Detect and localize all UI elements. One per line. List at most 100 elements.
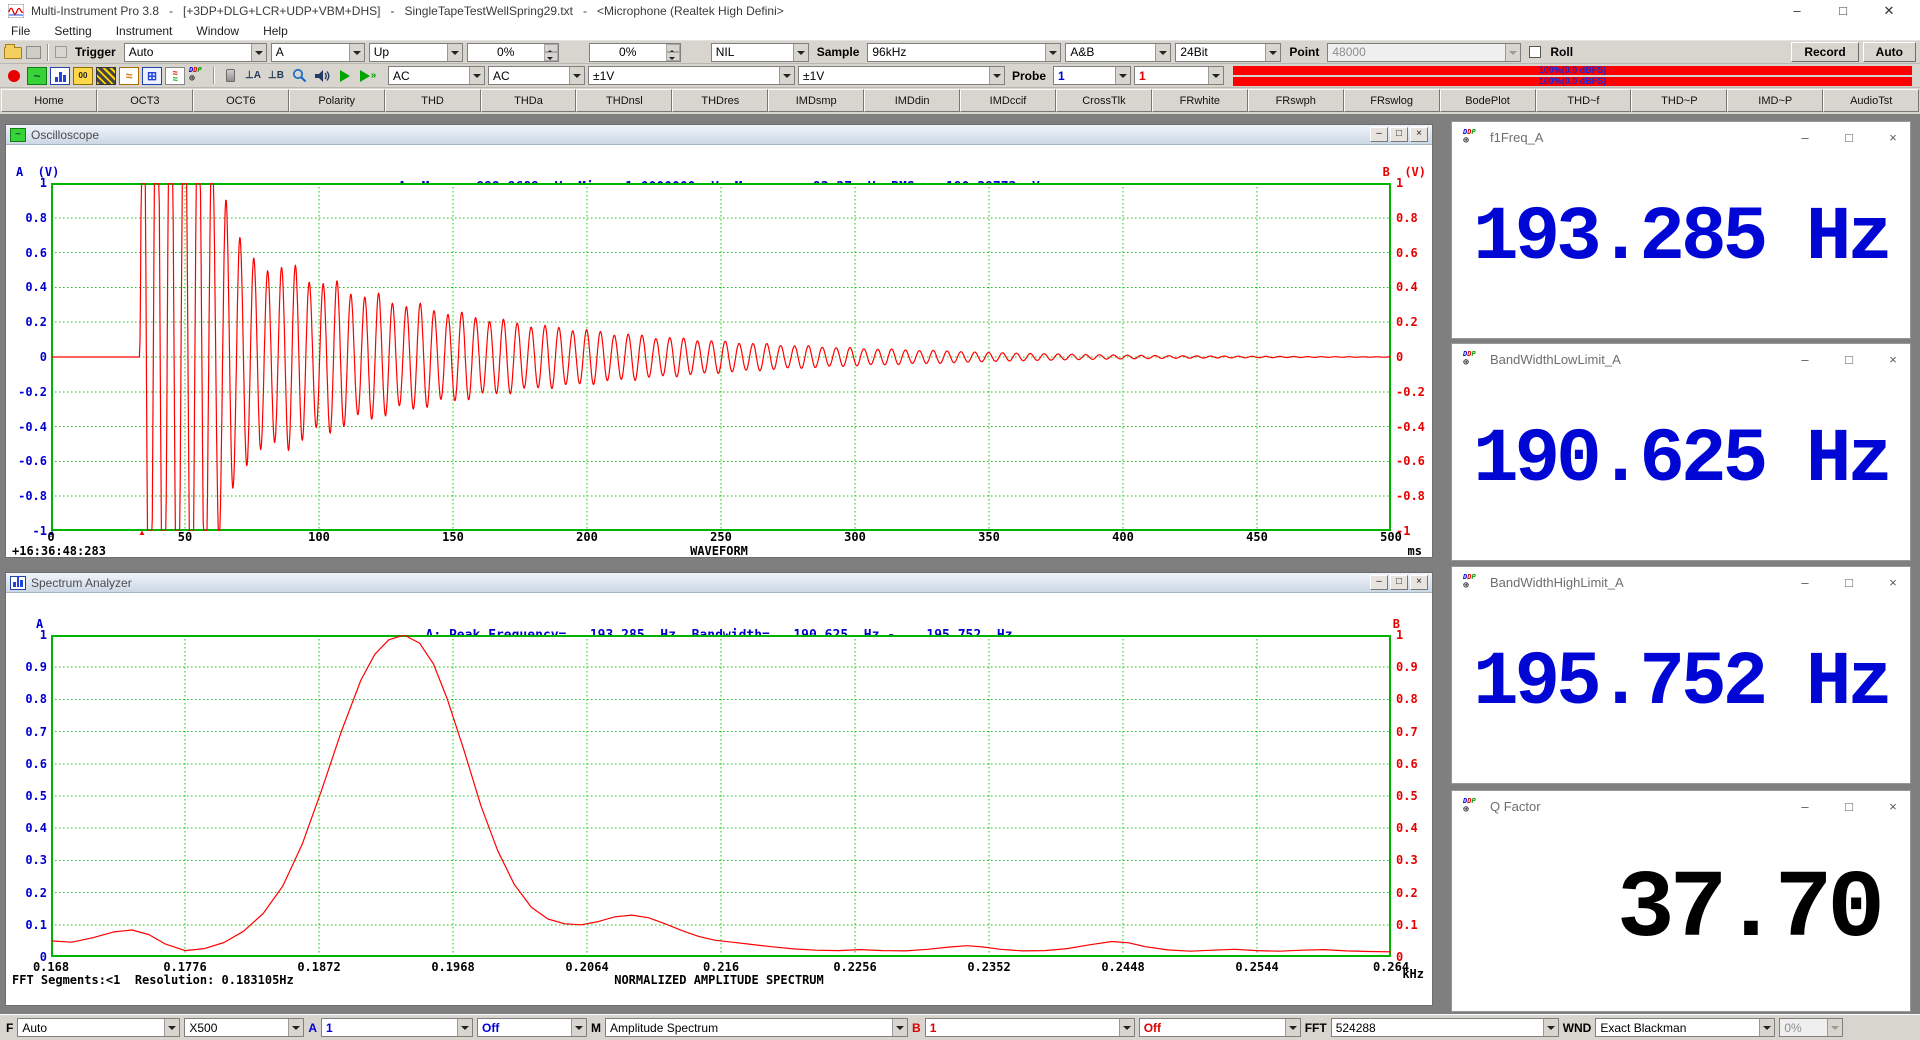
spectrum-3d-plot-icon[interactable] [96, 67, 116, 85]
save-file-icon[interactable] [26, 46, 41, 59]
sound-output-icon[interactable] [312, 67, 332, 85]
coupling-b-select[interactable]: AC [488, 66, 585, 85]
minimize-button[interactable]: – [1370, 127, 1388, 142]
ddp-panel-titlebar[interactable]: DDP⊕ f1Freq_A – □ × [1452, 122, 1910, 152]
menu-file[interactable]: File [11, 24, 30, 38]
probe-b-select[interactable]: 1 [1134, 66, 1224, 85]
restore-button[interactable]: □ [1390, 127, 1408, 142]
tab-thda[interactable]: THDa [481, 89, 577, 112]
chevron-down-icon[interactable] [349, 44, 364, 61]
minimize-button[interactable]: – [1798, 799, 1812, 814]
tab-frswlog[interactable]: FRswlog [1344, 89, 1440, 112]
window-minimize-button[interactable]: – [1774, 3, 1820, 19]
chevron-down-icon[interactable] [469, 67, 484, 84]
display-mode-select[interactable]: Amplitude Spectrum [605, 1018, 908, 1037]
trigger-delay-spinner[interactable]: 0% [589, 43, 681, 62]
tab-thdres[interactable]: THDres [672, 89, 768, 112]
channel-b-view-select[interactable]: 1 [925, 1018, 1135, 1037]
tab-frswph[interactable]: FRswph [1248, 89, 1344, 112]
chevron-down-icon[interactable] [989, 67, 1004, 84]
tab-thd-p[interactable]: THD~P [1631, 89, 1727, 112]
chevron-down-icon[interactable] [164, 1019, 179, 1036]
minimize-button[interactable]: – [1370, 575, 1388, 590]
chevron-down-icon[interactable] [779, 67, 794, 84]
waveform-plot[interactable] [51, 183, 1391, 531]
spin-up-icon[interactable] [544, 44, 558, 53]
zoom-factor-select[interactable]: X500 [184, 1018, 304, 1037]
chevron-down-icon[interactable] [1115, 67, 1130, 84]
tab-home[interactable]: Home [1, 89, 97, 112]
run-icon[interactable] [335, 67, 355, 85]
menu-window[interactable]: Window [196, 24, 239, 38]
chevron-down-icon[interactable] [1543, 1019, 1558, 1036]
overlap-select[interactable]: 0% [1779, 1018, 1843, 1037]
spin-down-icon[interactable] [544, 52, 558, 61]
window-maximize-button[interactable]: □ [1820, 3, 1866, 19]
window-close-button[interactable]: ✕ [1866, 3, 1912, 19]
spin-up-icon[interactable] [666, 44, 680, 53]
chevron-down-icon[interactable] [1119, 1019, 1134, 1036]
record-button[interactable]: Record [1791, 42, 1858, 62]
range-b-select[interactable]: ±1V [798, 66, 1005, 85]
zero-channel-b-icon[interactable]: ⊥B [266, 67, 286, 85]
minimize-button[interactable]: – [1798, 352, 1812, 367]
maximize-button[interactable]: □ [1842, 352, 1856, 367]
sample-bits-select[interactable]: 24Bit [1175, 43, 1281, 62]
sample-rate-select[interactable]: 96kHz [867, 43, 1061, 62]
device-test-plan-icon[interactable]: ⊞ [142, 67, 162, 85]
chevron-down-icon[interactable] [1759, 1019, 1774, 1036]
probe-zoom-icon[interactable] [289, 67, 309, 85]
chevron-down-icon[interactable] [571, 1019, 586, 1036]
chevron-down-icon[interactable] [457, 1019, 472, 1036]
tab-oct3[interactable]: OCT3 [97, 89, 193, 112]
trigger-mode-select[interactable]: Auto [124, 43, 267, 62]
chevron-down-icon[interactable] [892, 1019, 907, 1036]
chevron-down-icon[interactable] [1265, 44, 1280, 61]
menu-instrument[interactable]: Instrument [116, 24, 173, 38]
close-button[interactable]: × [1410, 127, 1428, 142]
record-points-select[interactable]: 48000 [1327, 43, 1521, 62]
coupling-a-select[interactable]: AC [388, 66, 485, 85]
chevron-down-icon[interactable] [1045, 44, 1060, 61]
close-button[interactable]: × [1886, 130, 1900, 145]
derived-signal-icon[interactable]: ≈≈ [165, 67, 185, 85]
maximize-button[interactable]: □ [1842, 799, 1856, 814]
chevron-down-icon[interactable] [288, 1019, 303, 1036]
tab-oct6[interactable]: OCT6 [193, 89, 289, 112]
chevron-down-icon[interactable] [569, 67, 584, 84]
close-button[interactable]: × [1886, 575, 1900, 590]
oscilloscope-icon[interactable]: ~ [27, 67, 47, 85]
close-button[interactable]: × [1886, 352, 1900, 367]
record-indicator-icon[interactable] [4, 67, 24, 85]
spectrum-plot[interactable] [51, 635, 1391, 957]
chevron-down-icon[interactable] [1285, 1019, 1300, 1036]
channel-b-option-select[interactable]: Off [1139, 1018, 1301, 1037]
zero-channel-a-icon[interactable]: ⊥A [243, 67, 263, 85]
spectrum-analyzer-titlebar[interactable]: Spectrum Analyzer – □ × [6, 573, 1432, 593]
tab-audiotst[interactable]: AudioTst [1823, 89, 1919, 112]
ddp-panel-titlebar[interactable]: DDP⊕ BandWidthLowLimit_A – □ × [1452, 344, 1910, 374]
auto-button[interactable]: Auto [1863, 42, 1916, 62]
menu-setting[interactable]: Setting [54, 24, 91, 38]
tab-imdsmp[interactable]: IMDsmp [768, 89, 864, 112]
close-button[interactable]: × [1886, 799, 1900, 814]
trigger-hpf-select[interactable]: NIL [711, 43, 809, 62]
tab-bodeplot[interactable]: BodePlot [1440, 89, 1536, 112]
trigger-level-spinner[interactable]: 0% [467, 43, 559, 62]
close-button[interactable]: × [1410, 575, 1428, 590]
fft-size-select[interactable]: 524288 [1331, 1018, 1559, 1037]
tab-polarity[interactable]: Polarity [289, 89, 385, 112]
range-a-select[interactable]: ±1V [588, 66, 795, 85]
multimeter-icon[interactable]: 00 [73, 67, 93, 85]
chevron-down-icon[interactable] [251, 44, 266, 61]
chevron-down-icon[interactable] [1208, 67, 1223, 84]
ddp-panel-titlebar[interactable]: DDP⊕ BandWidthHighLimit_A – □ × [1452, 567, 1910, 597]
chevron-down-icon[interactable] [1155, 44, 1170, 61]
trigger-edge-select[interactable]: Up [369, 43, 463, 62]
oscilloscope-titlebar[interactable]: ~ Oscilloscope – □ × [6, 125, 1432, 145]
tab-imdccif[interactable]: IMDccif [960, 89, 1056, 112]
channel-a-view-select[interactable]: 1 [321, 1018, 473, 1037]
chevron-down-icon[interactable] [793, 44, 808, 61]
roll-checkbox[interactable] [1529, 46, 1541, 58]
open-file-icon[interactable] [4, 47, 22, 59]
